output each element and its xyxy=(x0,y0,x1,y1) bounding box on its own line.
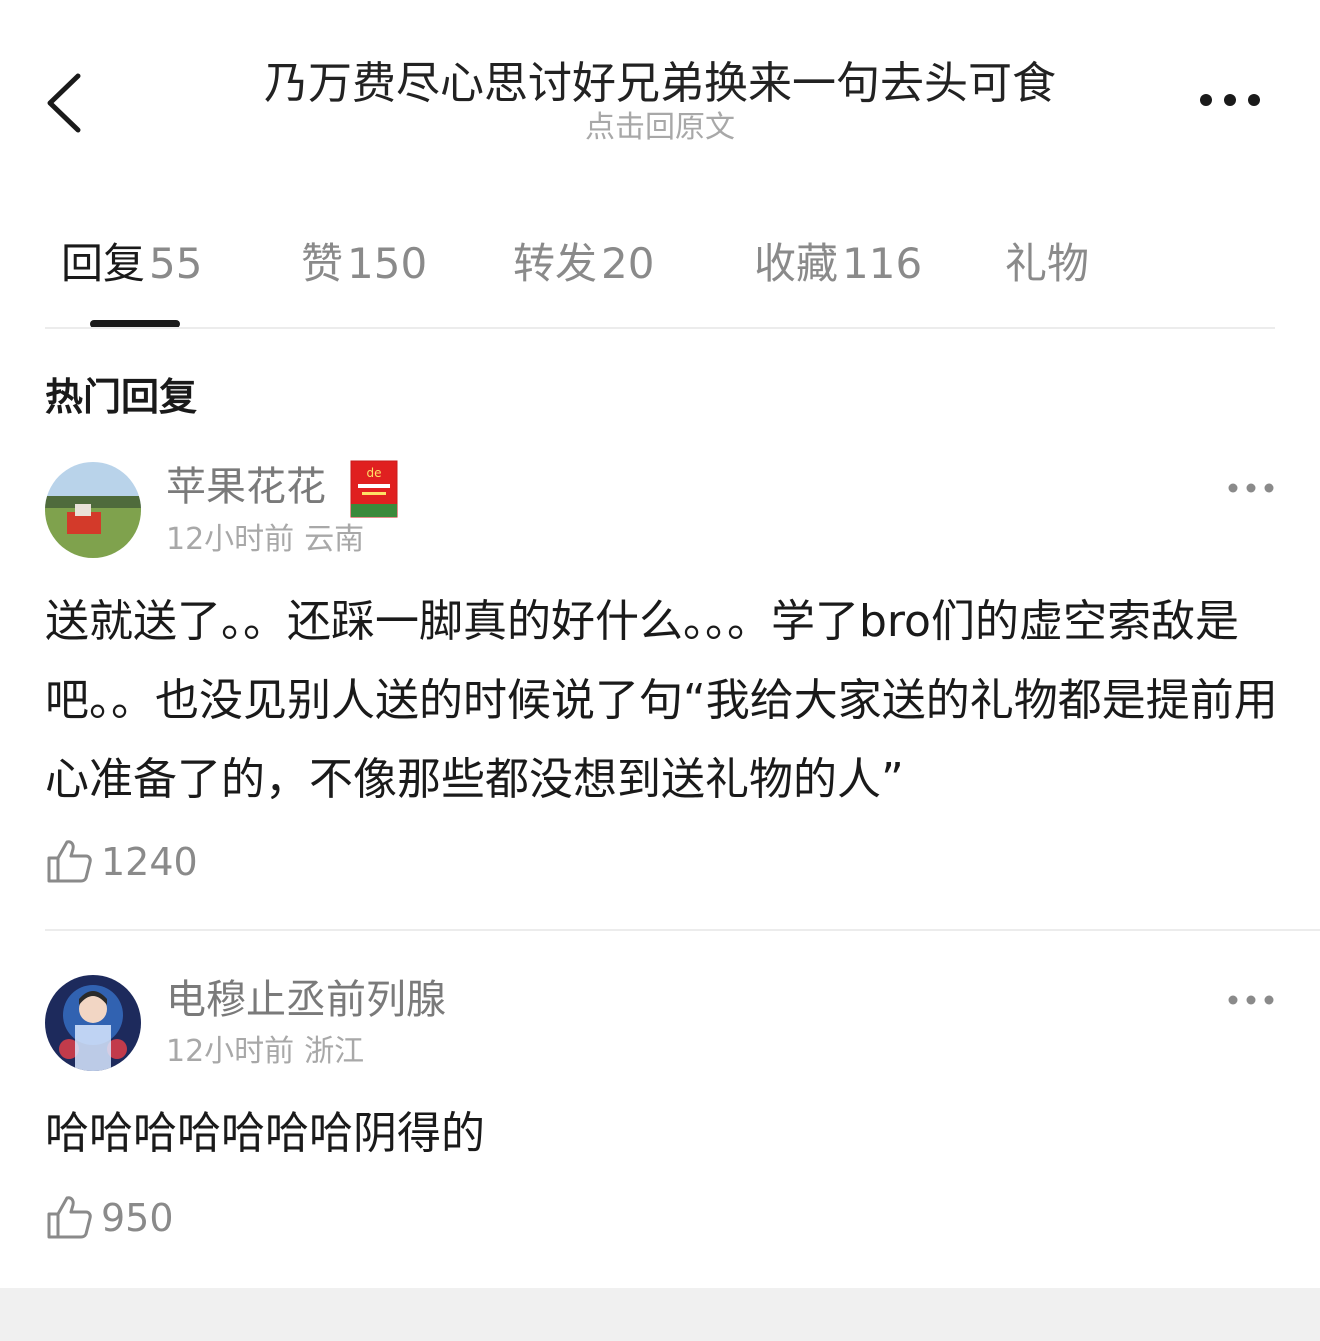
comment-text: 送就送了。。还踩一脚真的好什么。。。学了bro们的虚空索敌是吧。。也没见别人送的… xyxy=(45,596,1278,805)
comment-location: 浙江 xyxy=(304,1034,365,1069)
user-badge: de xyxy=(350,460,398,518)
tab-label: 回复 xyxy=(61,239,146,288)
tab-label: 收藏 xyxy=(754,239,839,288)
top-bar: 乃万费尽心思讨好兄弟换来一句去头可食 点击回原文 xyxy=(0,0,1320,170)
tab-count: 55 xyxy=(149,239,203,288)
tab-gifts[interactable]: 礼物 xyxy=(1005,236,1089,292)
tab-likes[interactable]: 赞150 xyxy=(301,236,427,292)
comment-location: 云南 xyxy=(304,522,365,557)
more-horizontal-icon xyxy=(1228,995,1274,1005)
comment-text: 哈哈哈哈哈哈哈阴得的 xyxy=(45,1108,485,1159)
tab-label: 礼物 xyxy=(1005,239,1090,288)
avatar-image xyxy=(45,462,141,558)
bottom-spacer xyxy=(0,1288,1320,1341)
tab-replies[interactable]: 回复55 xyxy=(61,236,202,292)
comment-meta: 12小时前 浙江 xyxy=(166,1032,364,1072)
tab-favorites[interactable]: 收藏116 xyxy=(754,236,922,292)
back-to-original-link[interactable]: 点击回原文 xyxy=(160,108,1160,148)
like-count: 1240 xyxy=(101,840,198,884)
post-title: 乃万费尽心思讨好兄弟换来一句去头可食 xyxy=(264,58,1056,109)
comment-divider xyxy=(45,929,1320,931)
badge-text: de xyxy=(367,466,382,480)
tab-count: 20 xyxy=(601,239,655,288)
comment-more-button[interactable] xyxy=(1226,990,1276,1010)
back-button[interactable] xyxy=(38,58,98,148)
thumbs-up-icon xyxy=(47,840,92,883)
avatar-image xyxy=(45,975,141,1071)
comment-more-button[interactable] xyxy=(1226,478,1276,498)
tab-label: 转发 xyxy=(513,239,598,288)
comment-time: 12小时前 xyxy=(166,522,295,557)
chevron-left-icon xyxy=(47,73,81,133)
thumbs-up-icon xyxy=(47,1196,92,1239)
tabs-divider xyxy=(45,327,1275,329)
more-horizontal-icon xyxy=(1228,483,1274,493)
avatar[interactable] xyxy=(45,462,141,558)
tab-label: 赞 xyxy=(301,239,344,288)
comment-time: 12小时前 xyxy=(166,1034,295,1069)
tab-bar: 回复55 赞150 转发20 收藏116 礼物 xyxy=(45,230,1275,330)
more-options-button[interactable] xyxy=(1190,78,1270,122)
comment-username[interactable]: 电穆止丞前列腺 xyxy=(166,974,446,1026)
section-title-hot-replies: 热门回复 xyxy=(45,375,198,419)
tab-count: 116 xyxy=(842,239,923,288)
more-horizontal-icon xyxy=(1200,94,1260,106)
tab-reposts[interactable]: 转发20 xyxy=(513,236,654,292)
tab-count: 150 xyxy=(347,239,428,288)
avatar[interactable] xyxy=(45,975,141,1071)
comment-meta: 12小时前 云南 xyxy=(166,520,364,560)
comment-username[interactable]: 苹果花花 xyxy=(166,461,326,513)
like-count: 950 xyxy=(101,1196,174,1240)
